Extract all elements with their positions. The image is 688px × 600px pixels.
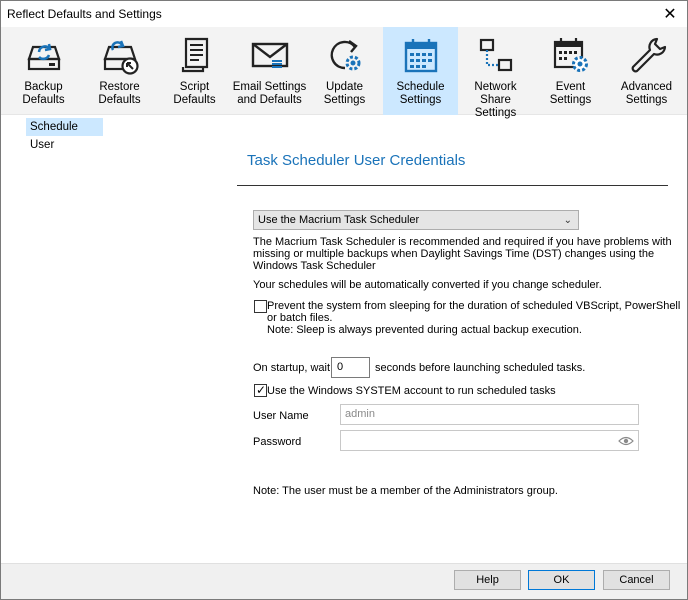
backup-drive-icon: [26, 43, 61, 71]
title-bar: Reflect Defaults and Settings ✕: [1, 1, 687, 27]
scheduler-select[interactable]: Use the Macrium Task Scheduler ⌄: [253, 210, 579, 230]
info-text-line-1: The Macrium Task Scheduler is recommende…: [253, 236, 672, 248]
toolbar-label: Event Settings: [549, 81, 592, 106]
section-divider: [237, 185, 668, 186]
startup-wait-input[interactable]: 0: [331, 357, 370, 378]
script-document-icon: [181, 37, 208, 73]
toolbar-event-settings[interactable]: Event Settings: [533, 27, 608, 115]
toolbar-label: Script Defaults: [173, 81, 216, 106]
tab-schedule-user[interactable]: Schedule User: [26, 118, 103, 151]
section-title: Task Scheduler User Credentials: [247, 152, 466, 169]
sleep-note: Note: Sleep is always prevented during a…: [267, 324, 582, 336]
password-label: Password: [253, 436, 302, 448]
info-text-line-2: missing or multiple backups when Dayligh…: [253, 248, 655, 260]
help-button[interactable]: Help: [454, 570, 521, 590]
toolbar-email-settings[interactable]: Email Settings and Defaults: [232, 27, 307, 115]
startup-suffix-label: seconds before launching scheduled tasks…: [375, 362, 586, 374]
update-gear-icon: [330, 40, 360, 71]
chevron-down-icon: ⌄: [563, 215, 572, 226]
settings-toolbar: Backup Defaults Restore Defaults Script …: [1, 27, 687, 119]
event-calendar-gear-icon: [553, 38, 588, 72]
prevent-sleep-label-line-1: Prevent the system from sleeping for the…: [267, 300, 681, 312]
window-title: Reflect Defaults and Settings: [7, 7, 162, 21]
startup-prefix-label: On startup, wait: [253, 362, 331, 374]
system-account-label: Use the Windows SYSTEM account to run sc…: [267, 385, 556, 397]
toolbar-script-defaults[interactable]: Script Defaults: [157, 27, 232, 115]
toolbar-label: Restore Defaults: [98, 81, 141, 106]
email-icon: [251, 42, 288, 68]
network-share-icon: [479, 38, 512, 72]
system-account-checkbox[interactable]: ✓: [254, 383, 267, 397]
username-field[interactable]: admin: [340, 404, 639, 425]
wrench-icon: [631, 37, 666, 73]
toolbar-advanced-settings[interactable]: Advanced Settings: [609, 27, 684, 115]
close-button[interactable]: ✕: [653, 1, 687, 27]
eye-icon[interactable]: [618, 435, 634, 447]
toolbar-label: Update Settings: [323, 81, 366, 106]
prevent-sleep-checkbox[interactable]: [254, 300, 267, 313]
toolbar-label: Schedule Settings: [396, 81, 445, 106]
cancel-button[interactable]: Cancel: [603, 570, 670, 590]
settings-dialog: Reflect Defaults and Settings ✕ Backup D…: [0, 0, 688, 600]
restore-drive-icon: [102, 40, 139, 75]
toolbar-label: Email Settings and Defaults: [232, 81, 307, 106]
admin-note: Note: The user must be a member of the A…: [253, 485, 558, 497]
toolbar-schedule-settings[interactable]: Schedule Settings: [383, 27, 458, 115]
toolbar-update-settings[interactable]: Update Settings: [307, 27, 382, 115]
converted-note: Your schedules will be automatically con…: [253, 279, 602, 291]
info-text-line-3: Windows Task Scheduler: [253, 260, 376, 272]
ok-button[interactable]: OK: [528, 570, 595, 590]
scheduler-select-value: Use the Macrium Task Scheduler: [258, 214, 420, 226]
toolbar-label: Network Share Settings: [474, 81, 517, 119]
prevent-sleep-label-line-2: or batch files.: [267, 312, 333, 324]
username-label: User Name: [253, 410, 309, 422]
toolbar-restore-defaults[interactable]: Restore Defaults: [82, 27, 157, 115]
checkmark-icon: ✓: [256, 383, 267, 397]
calendar-icon: [404, 39, 437, 73]
toolbar-network-share-settings[interactable]: Network Share Settings: [458, 27, 533, 119]
password-field[interactable]: [340, 430, 639, 451]
toolbar-backup-defaults[interactable]: Backup Defaults: [6, 27, 81, 115]
toolbar-label: Backup Defaults: [22, 81, 65, 106]
toolbar-label: Advanced Settings: [620, 81, 673, 106]
